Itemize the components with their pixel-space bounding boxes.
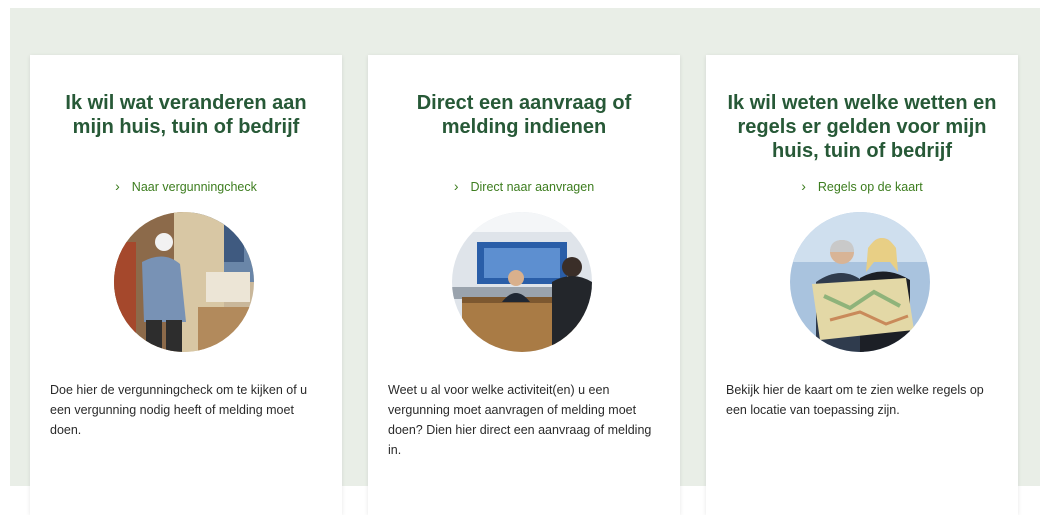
construction-worker-photo — [114, 212, 254, 352]
card-title: Direct een aanvraag of melding indienen — [416, 92, 632, 138]
link-label: Regels op de kaart — [817, 180, 923, 194]
link-direct-naar-aanvragen[interactable]: › Direct naar aanvragen — [368, 178, 680, 194]
link-label: Direct naar aanvragen — [470, 180, 595, 194]
card-title: Ik wil weten welke wetten en regels er g… — [727, 92, 997, 162]
card-aanvragen: Direct een aanvraag of melding indienen … — [368, 55, 680, 515]
card-description: Bekijk hier de kaart om te zien welke re… — [726, 383, 984, 417]
page: Ik wil wat veranderen aan mijn huis, tui… — [0, 0, 1043, 515]
link-regels-op-de-kaart[interactable]: › Regels op de kaart — [706, 178, 1018, 194]
chevron-right-icon: › — [801, 178, 806, 194]
card-regels-op-de-kaart: Ik wil weten welke wetten en regels er g… — [706, 55, 1018, 515]
couple-with-map-photo — [790, 212, 930, 352]
chevron-right-icon: › — [453, 178, 459, 194]
link-naar-vergunningcheck[interactable]: › Naar vergunningcheck — [30, 178, 342, 194]
service-desk-photo — [452, 212, 592, 352]
link-label: Naar vergunningcheck — [131, 180, 257, 194]
card-description: Weet u al voor welke activiteit(en) u ee… — [388, 383, 652, 457]
chevron-right-icon: › — [115, 178, 120, 194]
card-vergunningcheck: Ik wil wat veranderen aan mijn huis, tui… — [30, 55, 342, 515]
card-description: Doe hier de vergunningcheck om te kijken… — [50, 383, 308, 437]
card-title: Ik wil wat veranderen aan mijn huis, tui… — [65, 92, 307, 138]
